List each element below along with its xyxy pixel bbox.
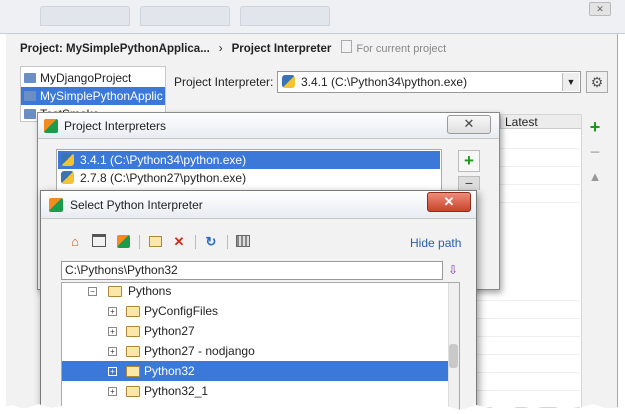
refresh-icon[interactable]: ↻ <box>203 234 219 250</box>
folder-icon <box>126 326 140 337</box>
hide-path-link[interactable]: Hide path <box>410 235 461 251</box>
expand-icon[interactable]: + <box>108 347 117 356</box>
pycharm-icon <box>44 119 58 133</box>
folder-icon <box>126 346 140 357</box>
breadcrumb-project: Project: MySimplePythonApplica... <box>20 43 210 55</box>
project-folder-icon <box>24 91 36 101</box>
torn-edge <box>0 404 625 414</box>
gear-icon[interactable]: ⚙ <box>586 71 608 93</box>
breadcrumb: Project: MySimplePythonApplica... › Projec… <box>20 40 580 60</box>
project-folder-icon <box>24 109 36 119</box>
background-tab <box>40 6 130 26</box>
folder-icon <box>108 286 122 297</box>
toolbar-separator <box>227 235 228 249</box>
expand-icon[interactable]: + <box>108 307 117 316</box>
chevron-down-icon[interactable]: ▼ <box>562 73 579 91</box>
close-icon[interactable]: ✕ <box>447 115 491 134</box>
page-title: Project Interpreter <box>231 43 332 55</box>
background-tab <box>140 6 230 26</box>
folder-icon <box>126 366 140 377</box>
collapse-icon[interactable]: − <box>88 287 97 296</box>
delete-icon[interactable]: ✕ <box>171 234 187 250</box>
path-input[interactable]: C:\Pythons\Python32 <box>61 261 443 280</box>
project-item-mysimplepythonapplication[interactable]: MySimplePythonApplic <box>21 87 165 105</box>
tree-item-python27[interactable]: + Python27 <box>62 321 448 341</box>
file-tree: − Pythons + PyConfigFiles + Python27 + P… <box>61 282 460 413</box>
python-icon <box>282 75 295 88</box>
pycharm-icon <box>49 198 63 212</box>
dialog-title: Project Interpreters <box>64 119 167 133</box>
tree-item-python32[interactable]: + Python32 <box>62 361 448 381</box>
close-icon[interactable]: ✕ <box>427 192 471 212</box>
remove-package-button[interactable]: − <box>586 143 604 161</box>
close-icon[interactable]: ✕ <box>589 2 611 16</box>
background-tab <box>240 6 330 26</box>
python-icon <box>61 171 74 184</box>
toolbar-separator <box>195 235 196 249</box>
select-python-interpreter-dialog: Select Python Interpreter ✕ ⌂ ✕ ↻ Hide p… <box>40 190 477 414</box>
dialog-title: Select Python Interpreter <box>70 198 203 212</box>
background-tab-strip: ✕ <box>0 0 625 34</box>
remove-interpreter-button[interactable]: − <box>458 176 480 190</box>
breadcrumb-separator: › <box>218 43 223 55</box>
upgrade-package-button[interactable]: ▲ <box>586 168 604 186</box>
column-header-latest[interactable]: Latest <box>500 115 581 129</box>
tree-item-python27-nodjango[interactable]: + Python27 - nodjango <box>62 341 448 361</box>
for-current-project-note: For current project <box>341 40 446 55</box>
show-hidden-icon[interactable] <box>235 234 251 250</box>
folder-icon <box>126 386 140 397</box>
expand-icon[interactable]: + <box>108 367 117 376</box>
tree-item-pyconfigfiles[interactable]: + PyConfigFiles <box>62 301 448 321</box>
project-icon[interactable] <box>115 234 131 250</box>
expand-icon[interactable]: + <box>108 327 117 336</box>
toolbar-separator <box>139 235 140 249</box>
project-item-mydjangoproject[interactable]: MyDjangoProject <box>21 69 165 87</box>
new-folder-icon[interactable] <box>147 234 163 250</box>
scrollbar-thumb[interactable] <box>449 344 458 368</box>
add-package-button[interactable]: + <box>586 118 604 136</box>
home-icon[interactable]: ⌂ <box>67 234 83 250</box>
interpreter-item-341[interactable]: 3.4.1 (C:\Python34\python.exe) <box>58 151 440 169</box>
add-interpreter-button[interactable]: + <box>458 150 480 172</box>
tree-item-pythons[interactable]: − Pythons <box>62 283 448 301</box>
expand-icon[interactable]: + <box>108 387 117 396</box>
project-interpreter-label: Project Interpreter: <box>174 75 274 89</box>
folder-icon <box>126 306 140 317</box>
project-interpreter-select[interactable]: 3.4.1 (C:\Python34\python.exe) ▼ <box>277 71 581 93</box>
python-icon <box>61 153 74 166</box>
tree-item-python32-1[interactable]: + Python32_1 <box>62 381 448 401</box>
path-history-icon[interactable]: ⇩ <box>446 261 460 280</box>
interpreter-item-278[interactable]: 2.7.8 (C:\Python27\python.exe) <box>58 169 440 187</box>
desktop-icon[interactable] <box>91 234 107 250</box>
document-icon <box>341 40 353 53</box>
project-folder-icon <box>24 73 36 83</box>
